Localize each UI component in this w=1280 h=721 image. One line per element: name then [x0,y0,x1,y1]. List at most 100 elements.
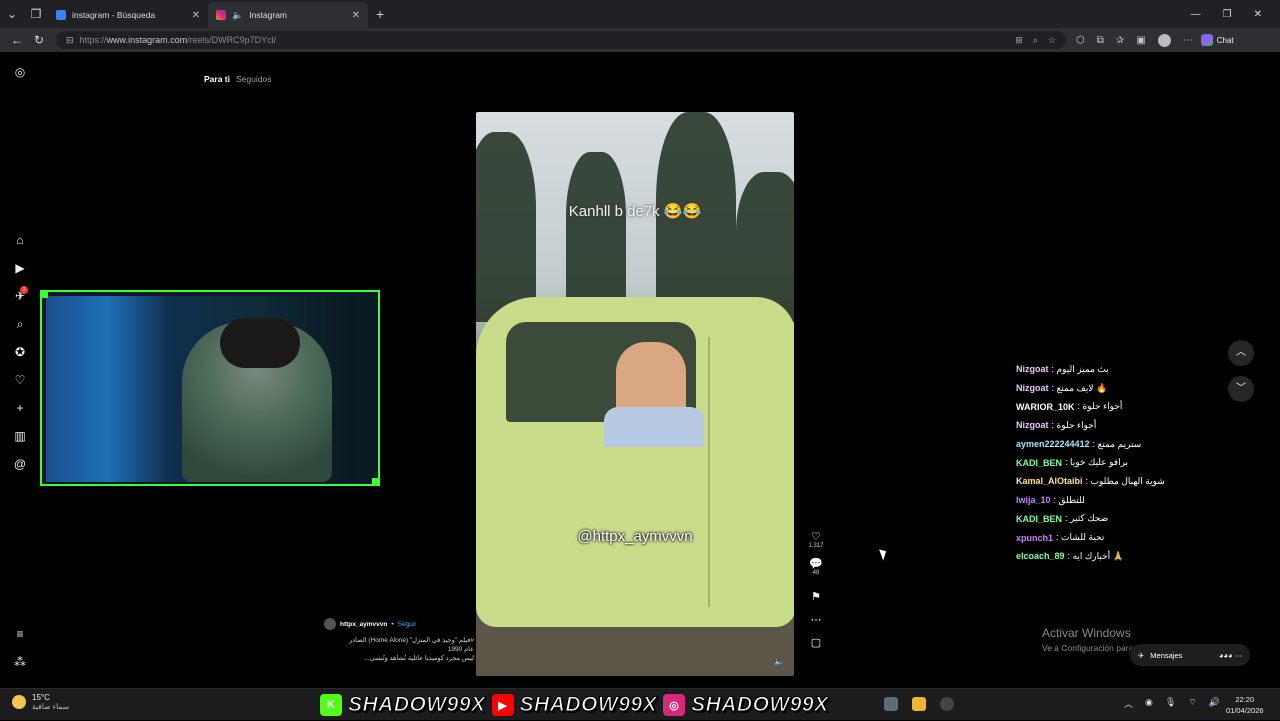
brand-handle: SHADOW99X [519,693,658,717]
more-options-icon[interactable]: ⋯ [1183,35,1193,46]
windows-taskbar: 15°C سماء صافية K SHADOW99X ▶ SHADOW99X ◎ SHA… [0,688,1280,720]
url-host: www.instagram.com [106,35,188,45]
show-hidden-icons-chevron-icon[interactable]: ︿ [1124,697,1133,710]
tree [476,132,536,322]
reel-caption[interactable]: #فيلم "وحيد في المنزل" (Home Alone) الصا… [324,636,474,663]
like-heart-icon[interactable]: ♡ [804,530,828,543]
browser-tab-bar: ⌄ ❐ instagram - Búsqueda ✕ 🔈 Instagram ✕… [0,0,1280,28]
menu-icon[interactable]: ≡ [12,626,28,642]
mouse-cursor [879,547,889,561]
chat-username: WARIOR_10K [1016,401,1075,412]
also-from-meta-icon[interactable]: ⁂ [12,654,28,670]
stream-chat-overlay: Nizgoat: بث مميز اليوم Nizgoat: لايف ممتع… [1016,360,1216,566]
home-icon[interactable]: ⌂ [12,232,28,248]
reels-icon[interactable]: ▶ [12,260,28,276]
zoom-icon[interactable]: ⌕ [1033,35,1038,46]
new-tab-plus-icon[interactable]: + [376,6,384,22]
collections-icon[interactable]: ▣ [1136,35,1145,46]
chat-username: Nizgoat [1016,364,1049,375]
comment-count: 48 [812,570,820,576]
instagram-page: ◎ ⌂ ▶ ✈ 1 ⌕ ✪ ♡ + ▥ @ ≡ ⁂ Para ti Seguid… [2,52,1278,688]
brand-handle: SHADOW99X [348,693,486,717]
instagram-logo-icon[interactable]: ◎ [12,64,28,80]
reel-meta: httpx_aymvvvn • Seguir #فيلم "وحيد في ال… [324,618,474,663]
close-window-icon[interactable]: ✕ [1254,9,1262,20]
url-field[interactable]: ⊟ https:// www.instagram.com /reels/DWRC… [56,31,1066,49]
explore-icon[interactable]: ✪ [12,344,28,360]
volume-icon[interactable]: 🔈 [774,657,784,666]
extensions-icon[interactable]: ⬡ [1076,35,1085,46]
search-icon[interactable]: ⌕ [12,316,28,332]
create-plus-icon[interactable]: + [12,400,28,416]
tab-search[interactable]: instagram - Búsqueda ✕ [48,2,208,28]
url-prefix: https:// [79,35,107,45]
notifications-heart-icon[interactable]: ♡ [12,372,28,388]
app-available-icon[interactable]: ⊞ [1015,35,1023,46]
chat-username: Kamal_AlOtaibi [1016,476,1083,487]
chat-message: Nizgoat: بث مميز اليوم [1016,360,1216,379]
previous-reel-button[interactable]: ︿ [1228,340,1254,366]
reel-navigation: ︿ ﹀ [1228,340,1254,412]
wifi-icon[interactable]: ⌔ [1188,697,1196,710]
tab-following[interactable]: Seguidos [236,74,271,84]
audio-thumbnail-icon[interactable]: ▢ [804,636,828,649]
car-window [506,322,704,447]
tab-title: instagram - Búsqueda [72,10,156,20]
contact-avatars: ◕◕◕ ⋯ [1218,650,1242,660]
reel-username[interactable]: httpx_aymvvvn [340,621,387,628]
restore-icon[interactable]: ❐ [1223,9,1232,20]
refresh-icon[interactable]: ↻ [28,33,50,47]
chat-text: : تحية للشات [1056,532,1105,543]
split-screen-icon[interactable]: ⧉ [1097,35,1104,46]
tab-actions-chevron-icon[interactable]: ⌄ [0,2,24,26]
chat-message: elcoach_89: أخبارك ايه 🙏 [1016,547,1216,566]
close-tab-icon[interactable]: ✕ [192,10,200,21]
messages-button[interactable]: ✈ Mensajes ◕◕◕ ⋯ [1130,644,1250,666]
chat-message: KADI_BEN: ضحك كثير [1016,510,1216,529]
reel-caption-top: Kanhll b de7k 😂😂 [568,203,702,220]
profile-avatar-icon[interactable] [1157,33,1171,47]
minimize-icon[interactable]: — [1191,9,1201,20]
workspaces-icon[interactable]: ❐ [24,2,48,26]
microphone-icon[interactable]: 🎙 [1165,697,1176,710]
tab-title: Instagram [249,10,288,20]
weather-widget[interactable]: 15°C سماء صافية [12,693,69,711]
like-count: 1.317 [808,543,824,549]
bookmark-icon[interactable]: ⚑ [804,590,828,603]
chat-message: Kamal_AlOtaibi: شوية الهبال مطلوب [1016,472,1216,491]
dashboard-icon[interactable]: ▥ [12,428,28,444]
tab-instagram[interactable]: 🔈 Instagram ✕ [208,2,368,28]
copilot-chat-button[interactable]: Chat [1200,34,1234,46]
chat-message: KADI_BEN: برافو عليك خويا [1016,453,1216,472]
app-icon[interactable] [912,697,926,711]
speaker-icon[interactable]: 🔈 [232,10,243,21]
comment-icon[interactable]: 💬 [804,557,828,570]
kick-icon: K [320,694,342,716]
close-tab-icon[interactable]: ✕ [352,10,360,21]
next-reel-button[interactable]: ﹀ [1228,376,1254,402]
obs-icon[interactable] [940,697,954,711]
site-info-icon[interactable]: ⊟ [66,35,74,46]
calculator-icon[interactable] [884,697,898,711]
weather-moon-icon [12,695,26,709]
chat-username: xpunch1 [1016,532,1054,543]
avatar[interactable] [324,618,336,630]
tab-for-you[interactable]: Para ti [204,74,230,84]
reel-actions: ♡ 1.317 💬 48 ⚑ ⋯ ▢ [804,530,828,649]
favorites-icon[interactable]: ✰ [1116,35,1124,46]
follow-button[interactable]: Seguir [398,621,417,628]
favorite-star-icon[interactable]: ☆ [1048,35,1056,46]
back-arrow-icon[interactable]: ← [6,33,28,47]
frame-corner [42,292,48,298]
time: 22:20 [1235,695,1255,704]
clock[interactable]: 22:20 01/04/2026 [1226,694,1264,716]
notification-badge: 1 [20,286,28,294]
tray-app-icon[interactable]: ◉ [1145,697,1153,710]
volume-icon[interactable]: 🔊 [1209,697,1220,710]
threads-icon[interactable]: @ [12,456,28,472]
more-options-icon[interactable]: ⋯ [804,613,828,626]
copilot-icon [1200,34,1213,46]
chat-username: elcoach_89 [1016,551,1065,562]
chat-message: xpunch1: تحية للشات [1016,528,1216,547]
reel-video[interactable]: Kanhll b de7k 😂😂 @httpx_aymvvvn 🔈 [476,112,794,676]
